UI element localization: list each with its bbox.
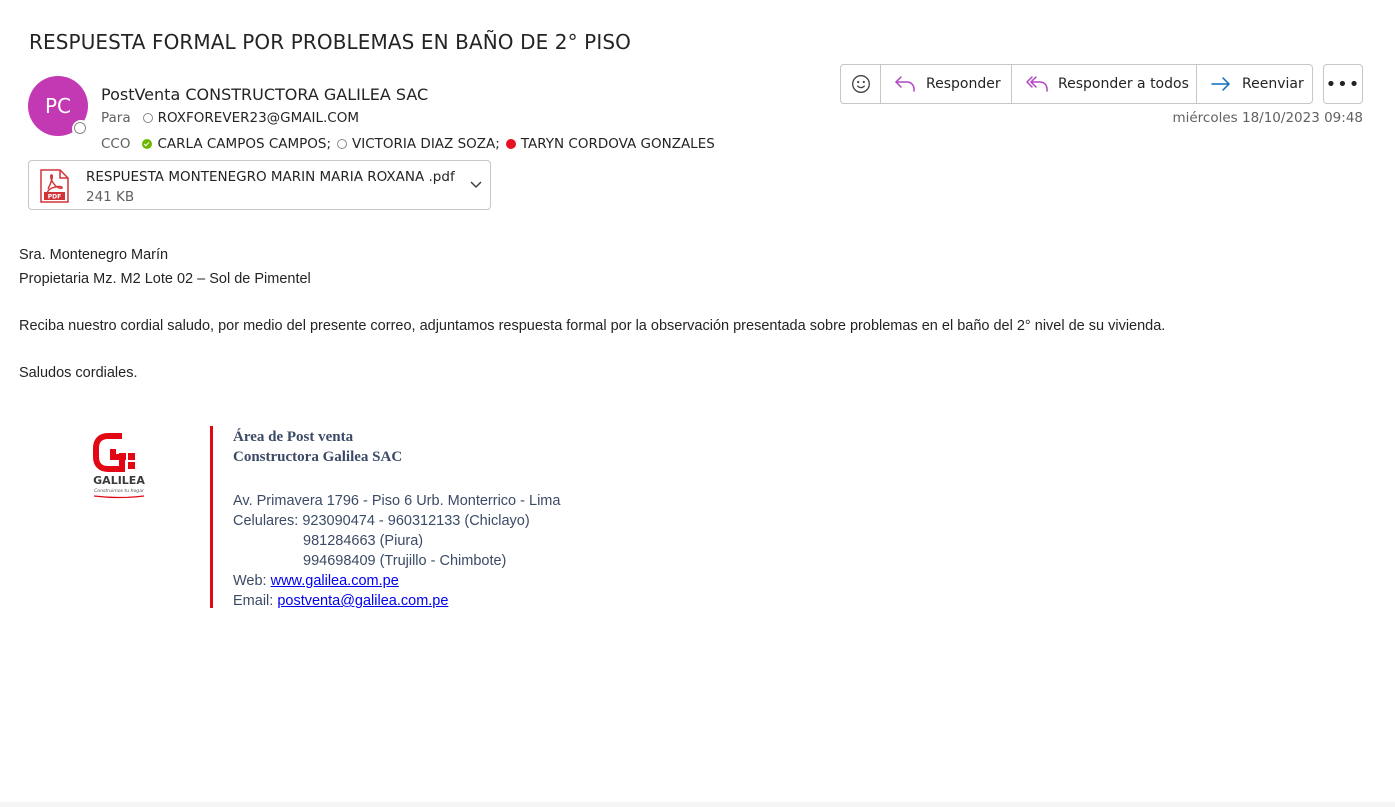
signature-area: Área de Post venta [233,429,354,445]
signature-divider [210,426,213,608]
email-signature: Área de Post venta Constructora Galilea … [233,427,560,611]
cco-row: CCO CARLA CAMPOS CAMPOS; VICTORIA DIAZ S… [101,136,715,152]
body-closing: Saludos cordiales. [19,365,138,381]
recipient-cco[interactable]: CARLA CAMPOS CAMPOS; [157,136,331,152]
reaction-button[interactable] [841,65,881,103]
attachment-name: RESPUESTA MONTENEGRO MARIN MARIA ROXANA … [86,169,455,185]
reply-all-icon [1026,76,1048,92]
email-label: Email: [233,593,278,609]
body-paragraph: Reciba nuestro cordial saludo, por medio… [19,318,1166,334]
phones-label: Celulares: [233,513,303,529]
smiley-icon [851,75,870,93]
email-body: Sra. Montenegro Marín Propietaria Mz. M2… [19,243,1165,385]
signature-phones-trujillo: 994698409 (Trujillo - Chimbote) [303,553,507,569]
recipient-cco[interactable]: VICTORIA DIAZ SOZA; [352,136,500,152]
avatar-initials: PC [44,94,72,118]
more-icon: ••• [1325,73,1361,95]
web-label: Web: [233,573,271,589]
signature-address: Av. Primavera 1796 - Piso 6 Urb. Monterr… [233,493,561,509]
signature-web: Web: www.galilea.com.pe [233,571,560,591]
body-recipient-line: Propietaria Mz. M2 Lote 02 – Sol de Pime… [19,271,311,287]
recipient-to[interactable]: ROXFOREVER23@GMAIL.COM [158,110,359,126]
presence-offline-icon [72,120,90,138]
reply-button[interactable]: Responder [881,65,1012,103]
sent-date: miércoles 18/10/2023 09:48 [1172,110,1363,126]
galilea-logo: GALILEA Construimos tu hogar [93,433,145,499]
sender-name[interactable]: PostVenta CONSTRUCTORA GALILEA SAC [101,85,428,104]
action-toolbar: Responder Responder a todos Reenviar [840,64,1313,104]
logo-tagline: Construimos tu hogar [94,488,145,494]
email-subject: RESPUESTA FORMAL POR PROBLEMAS EN BAÑO D… [29,30,631,54]
logo-wordmark: GALILEA [93,474,145,487]
to-row: Para ROXFOREVER23@GMAIL.COM [101,110,359,126]
signature-company: Constructora Galilea SAC [233,449,403,465]
reply-all-label: Responder a todos [1058,76,1189,92]
attachment-size: 241 KB [86,189,135,205]
reply-icon [895,76,915,92]
body-salutation: Sra. Montenegro Marín [19,247,169,263]
presence-available-icon [142,139,153,149]
signature-email: Email: postventa@galilea.com.pe [233,591,560,611]
bottom-divider [0,802,1395,807]
presence-offline-icon [142,113,153,123]
phones-line: 923090474 - 960312133 (Chiclayo) [302,513,530,529]
forward-button[interactable]: Reenviar [1197,65,1312,103]
chevron-down-icon[interactable] [469,177,483,191]
reply-label: Responder [926,76,1001,92]
reply-all-button[interactable]: Responder a todos [1012,65,1197,103]
signature-phones-piura: 981284663 (Piura) [303,533,424,549]
presence-busy-icon [505,139,516,149]
forward-arrow-icon [1211,77,1230,91]
presence-offline-icon [337,139,348,149]
email-link[interactable]: postventa@galilea.com.pe [277,593,448,609]
cco-label: CCO [101,136,131,152]
attachment-card[interactable]: PDF RESPUESTA MONTENEGRO MARIN MARIA ROX… [28,160,491,210]
svg-text:PDF: PDF [48,194,61,201]
signature-phones: Celulares: 923090474 - 960312133 (Chicla… [233,511,560,531]
pdf-icon: PDF [40,169,69,203]
web-link[interactable]: www.galilea.com.pe [271,573,399,589]
recipient-cco[interactable]: TARYN CORDOVA GONZALES [521,136,715,152]
to-label: Para [101,110,131,126]
more-actions-button[interactable]: ••• [1323,64,1363,104]
forward-label: Reenviar [1242,76,1304,92]
